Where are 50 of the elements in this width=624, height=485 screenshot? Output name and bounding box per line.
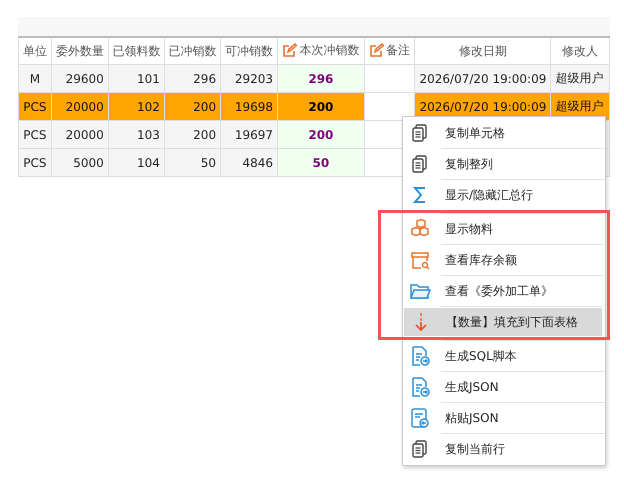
- menu-item[interactable]: 查看《委外加工单》: [403, 276, 603, 306]
- menu-item[interactable]: 粘贴JSON: [403, 403, 605, 433]
- menu-item[interactable]: 复制当前行: [403, 434, 605, 464]
- table-cell: 104: [108, 148, 164, 176]
- column-header[interactable]: 委外数量: [51, 38, 108, 64]
- table-cell: 296: [278, 64, 364, 92]
- table-cell: 29203: [220, 64, 278, 92]
- table-cell: 4846: [220, 148, 278, 176]
- table-cell: 200: [164, 120, 221, 148]
- menu-item[interactable]: 复制单元格: [403, 118, 605, 148]
- table-cell: 200: [164, 92, 221, 120]
- table-cell: 101: [108, 64, 164, 92]
- menu-item[interactable]: 生成SQL脚本: [403, 341, 605, 371]
- table-cell: 103: [108, 120, 164, 148]
- table-cell: 200: [278, 92, 364, 120]
- column-header[interactable]: 修改日期: [414, 38, 551, 64]
- table-cell: M: [18, 64, 52, 92]
- column-header[interactable]: 已领料数: [108, 38, 164, 64]
- column-header[interactable]: 单位: [18, 38, 52, 64]
- menu-item[interactable]: 显示/隐藏汇总行: [403, 180, 605, 210]
- table-cell: 20000: [51, 92, 108, 120]
- menu-item[interactable]: 生成JSON: [403, 372, 605, 402]
- table-cell: 19697: [220, 120, 278, 148]
- table-cell: 50: [164, 148, 221, 176]
- table-cell: 200: [278, 120, 364, 148]
- table-cell: 102: [108, 92, 164, 120]
- menu-item[interactable]: 复制整列: [403, 149, 605, 179]
- table-cell: 19698: [220, 92, 278, 120]
- column-header[interactable]: 已冲销数: [164, 38, 221, 64]
- table-cell: PCS: [18, 120, 52, 148]
- column-header[interactable]: 本次冲销数: [278, 38, 364, 64]
- document-return-icon: [409, 407, 431, 429]
- table-cell: 296: [164, 64, 221, 92]
- edit-icon: [369, 42, 384, 58]
- table-cell: 20000: [51, 120, 108, 148]
- table-cell: 50: [278, 148, 364, 176]
- menu-item[interactable]: 显示物料: [403, 214, 603, 244]
- table-cell: PCS: [18, 92, 52, 120]
- menu-item[interactable]: 查看库存余额: [403, 245, 603, 275]
- table-cell: 5000: [51, 148, 108, 176]
- column-header[interactable]: 修改人: [550, 38, 610, 64]
- table-cell: PCS: [18, 148, 52, 176]
- menu-item[interactable]: 【数量】填充到下面表格: [404, 308, 602, 336]
- table-cell: 29600: [51, 64, 108, 92]
- column-header[interactable]: 备注: [364, 38, 415, 64]
- table-cell: [364, 64, 415, 92]
- column-header[interactable]: 可冲销数: [220, 38, 278, 64]
- table-cell: 2026/07/20 19:00:09: [414, 64, 551, 92]
- edit-icon: [282, 42, 298, 58]
- table-cell: 超级用户: [550, 64, 610, 92]
